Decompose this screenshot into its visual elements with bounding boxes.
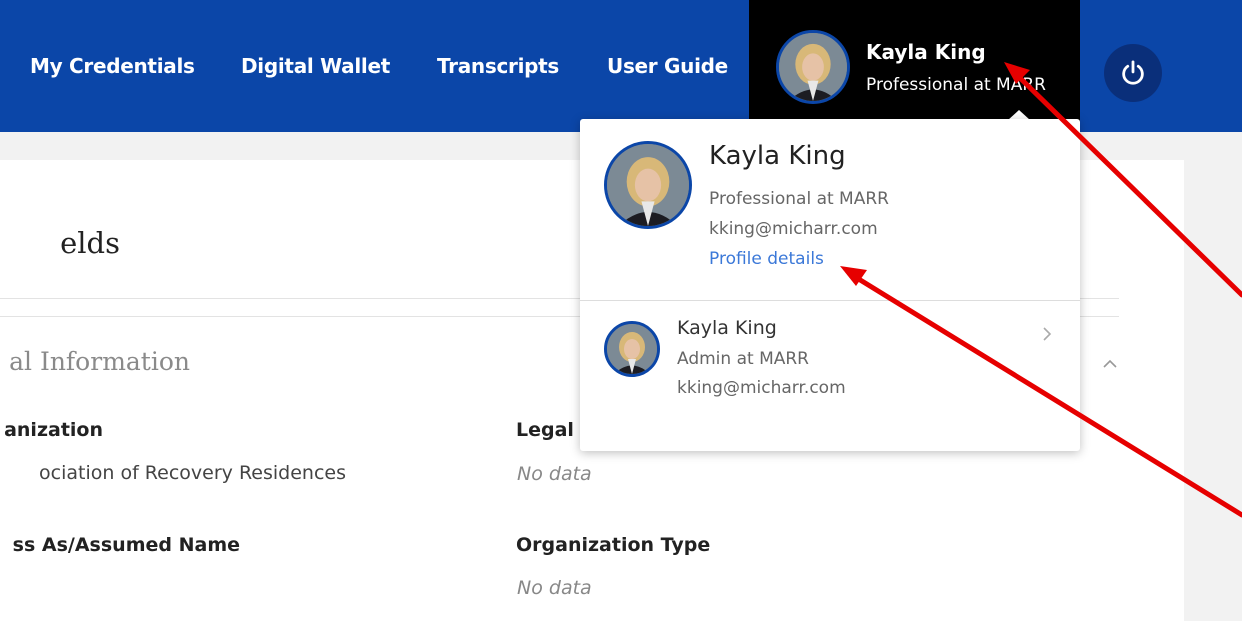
dropdown-user-role: Professional at MARR xyxy=(709,189,889,209)
field-label-legal: Legal xyxy=(516,419,574,441)
user-avatar xyxy=(776,30,850,104)
switch-account-item[interactable]: Kayla King Admin at MARR kking@micharr.c… xyxy=(580,301,1080,421)
alt-account-role: Admin at MARR xyxy=(677,349,809,369)
alt-account-name: Kayla King xyxy=(677,317,777,339)
power-icon xyxy=(1122,60,1144,85)
dropdown-avatar xyxy=(604,141,692,229)
avatar-image xyxy=(607,324,657,374)
chevron-up-icon[interactable] xyxy=(1100,354,1120,374)
field-value-organization-type: No data xyxy=(517,577,592,599)
nav-digital-wallet[interactable]: Digital Wallet xyxy=(241,54,390,78)
field-value-legal: No data xyxy=(517,463,592,485)
field-value-organization: ociation of Recovery Residences xyxy=(39,462,346,484)
field-label-organization-type: Organization Type xyxy=(516,534,711,556)
user-name: Kayla King xyxy=(866,40,986,64)
alt-account-email: kking@micharr.com xyxy=(677,378,846,398)
user-menu-toggle[interactable]: Kayla King Professional at MARR xyxy=(749,0,1080,132)
section-title: elds xyxy=(60,226,120,260)
user-dropdown-menu: Kayla King Professional at MARR kking@mi… xyxy=(580,119,1080,451)
chevron-right-icon xyxy=(1043,327,1052,341)
profile-details-link[interactable]: Profile details xyxy=(709,249,824,269)
logout-button[interactable] xyxy=(1104,44,1162,102)
dropdown-user-email: kking@micharr.com xyxy=(709,219,878,239)
field-label-organization: anization xyxy=(4,419,103,441)
field-label-assumed-name: ss As/Assumed Name xyxy=(12,534,240,556)
avatar-image xyxy=(779,33,847,101)
dropdown-user-name: Kayla King xyxy=(709,141,846,171)
nav-transcripts[interactable]: Transcripts xyxy=(437,54,559,78)
top-navigation-bar: My Credentials Digital Wallet Transcript… xyxy=(0,0,1242,132)
alt-account-avatar xyxy=(604,321,660,377)
avatar-image xyxy=(607,144,689,226)
user-role: Professional at MARR xyxy=(866,75,1046,95)
nav-my-credentials[interactable]: My Credentials xyxy=(30,54,195,78)
subsection-title[interactable]: al Information xyxy=(0,347,190,387)
nav-user-guide[interactable]: User Guide xyxy=(607,54,728,78)
